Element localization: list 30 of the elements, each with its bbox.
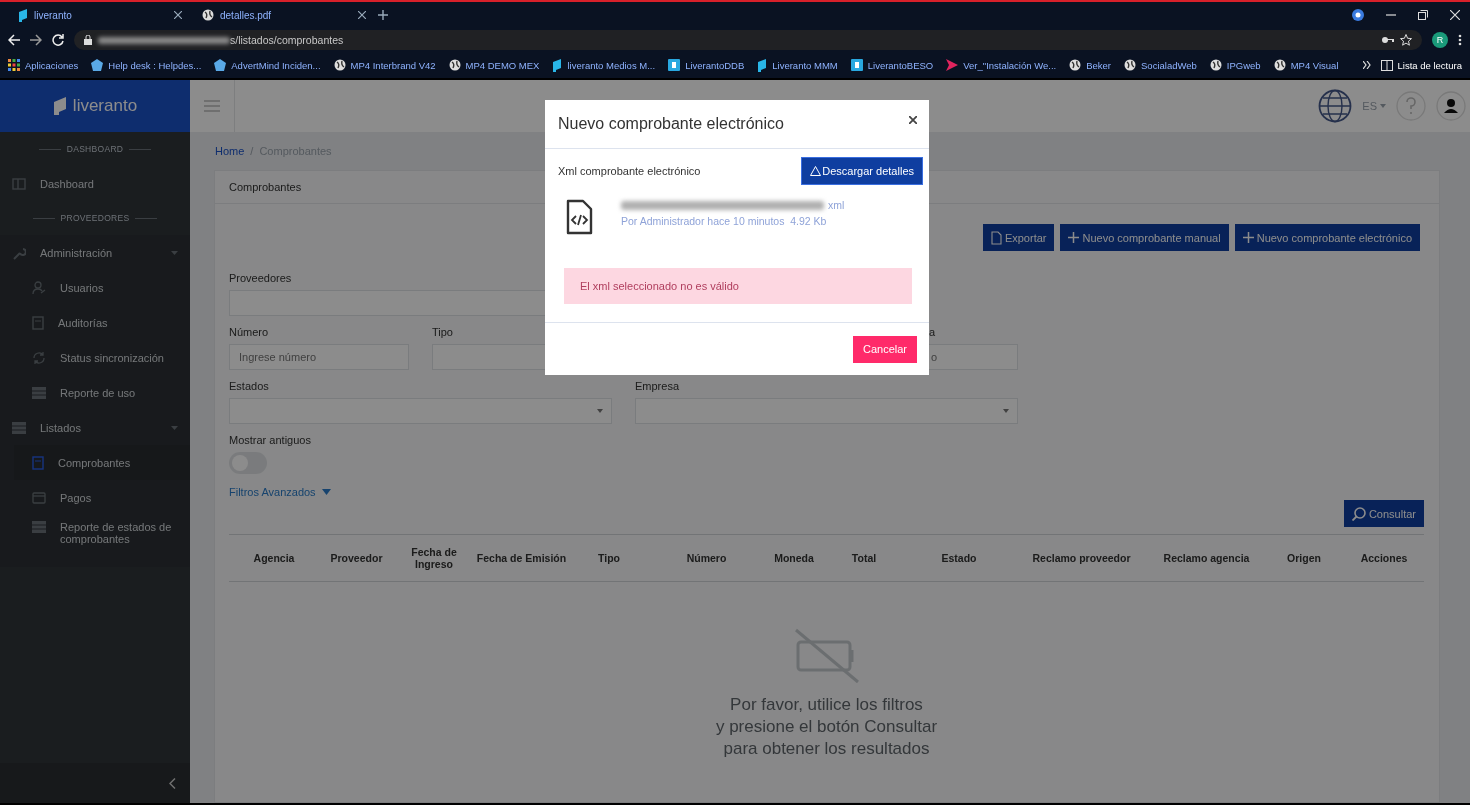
column-header: Agencia [252, 552, 296, 564]
field-label: a [928, 326, 937, 338]
column-header: Proveedor [329, 552, 384, 564]
field-label: Empresa [635, 380, 681, 392]
file-meta: Por Administrador hace 10 minutos 4.92 Kb [621, 215, 828, 227]
file-extension: xml [828, 199, 845, 211]
field-label: Tipo [432, 326, 454, 338]
breadcrumb-separator: / [250, 145, 254, 157]
column-header: Fecha de Ingreso [410, 546, 458, 570]
column-header: Reclamo proveedor [1031, 552, 1132, 564]
field-label: Número [229, 326, 270, 338]
section-heading: DASHBOARD [66, 144, 124, 154]
field-label: Xml comprobante electrónico [558, 165, 701, 177]
column-header: Acciones [1359, 552, 1409, 564]
column-header: Reclamo agencia [1162, 552, 1251, 564]
column-header: Total [850, 552, 878, 564]
column-header: Origen [1286, 552, 1322, 564]
column-header: Número [685, 552, 728, 564]
field-label: Estados [229, 380, 270, 392]
section-heading: PROVEEDORES [60, 213, 130, 223]
error-alert: El xml seleccionado no es válido [564, 268, 912, 304]
field-label: Proveedores [229, 272, 293, 284]
column-header: Moneda [773, 552, 815, 564]
column-header: Tipo [597, 552, 621, 564]
modal-title: Nuevo comprobante electrónico [558, 115, 784, 133]
toggle-label: Mostrar antiguos [229, 434, 312, 446]
column-header: Estado [940, 552, 978, 564]
empty-state-message: Por favor, utilice los filtros y presione el botón Consultar para obtener los resultados [715, 694, 938, 760]
card-title: Comprobantes [229, 181, 302, 193]
column-header: Fecha de Emisión [475, 552, 568, 564]
